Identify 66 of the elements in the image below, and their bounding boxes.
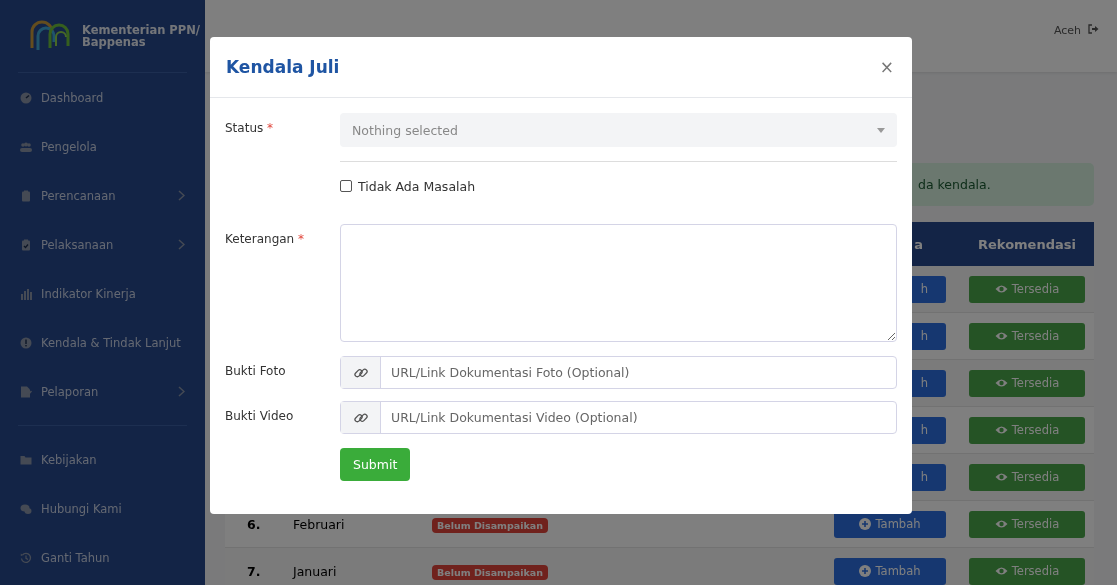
logout-icon[interactable] [1088,24,1099,34]
column-header: a [913,236,924,252]
sidebar-item[interactable]: Hubungi Kami [0,484,205,533]
month-cell: Januari [293,563,337,579]
status-badge: Belum Disampaikan [432,564,548,580]
sidebar-item[interactable]: Pelaksanaan [0,220,205,269]
user-location: Aceh [1053,24,1081,37]
eye-icon [994,519,1008,529]
eye-icon [994,472,1008,482]
alert-icon [20,336,32,349]
chevron-icon [178,190,185,201]
status-dropdown[interactable]: Nothing selected [340,113,897,147]
chat-icon [20,502,32,515]
chevron-icon [178,239,185,250]
view-button[interactable]: Tersedia [969,463,1085,491]
link-icon [353,365,368,380]
field-label: Status * [225,121,274,135]
eye-icon [994,378,1008,388]
view-button[interactable]: Tersedia [969,369,1085,397]
brand-name: Kementerian PPN/ Bappenas [82,24,201,48]
sidebar-item[interactable]: Pengelola [0,122,205,171]
field-label: Keterangan * [225,232,305,246]
report-icon [20,385,32,398]
field-label: Bukti Video [225,409,294,423]
sidebar-item[interactable]: Dashboard [0,73,205,122]
modal-title: Kendala Juli [226,57,340,77]
clipboard-icon [20,189,32,202]
sidebar-item[interactable]: Kebijakan [0,435,205,484]
sidebar-item[interactable]: Pelaporan [0,367,205,416]
eye-icon [994,425,1008,435]
column-header: Rekomendasi [977,236,1077,252]
view-button[interactable]: Tersedia [969,510,1085,538]
field-label: Bukti Foto [225,364,286,378]
add-button[interactable]: Tambah [834,510,946,538]
sidebar-item[interactable]: Perencanaan [0,171,205,220]
eye-icon [994,284,1008,294]
view-button[interactable]: Tersedia [969,557,1085,585]
chevron-icon [178,386,185,397]
people-icon [20,140,32,153]
checkbox[interactable] [340,180,352,192]
eye-icon [994,331,1008,341]
link-icon [353,410,368,425]
row-number: 7. [247,563,261,579]
plus-circle-icon [859,565,872,577]
submit-button[interactable]: Submit [340,448,411,481]
sidebar-item[interactable]: Kendala & Tindak Lanjut [0,318,205,367]
description-field[interactable] [340,224,897,342]
plus-circle-icon [859,518,872,530]
close-button[interactable]: × [877,57,896,77]
sidebar-item[interactable]: Ganti Tahun [0,533,205,582]
folder-icon [20,453,32,466]
row-number: 6. [247,516,261,532]
clipboard-check-icon [20,238,32,251]
sidebar-item[interactable]: Indikator Kinerja [0,269,205,318]
chart-icon [20,287,32,300]
view-button[interactable]: Tersedia [969,275,1085,303]
month-cell: Februari [293,516,345,532]
history-icon [20,551,32,564]
view-button[interactable]: Tersedia [969,322,1085,350]
checkbox-option[interactable]: Tidak Ada Masalah [340,174,897,198]
status-badge: Belum Disampaikan [432,517,548,533]
eye-icon [994,566,1008,576]
caret-icon [877,127,885,133]
dashboard-icon [20,91,32,104]
add-button[interactable]: Tambah [834,557,946,585]
view-button[interactable]: Tersedia [969,416,1085,444]
